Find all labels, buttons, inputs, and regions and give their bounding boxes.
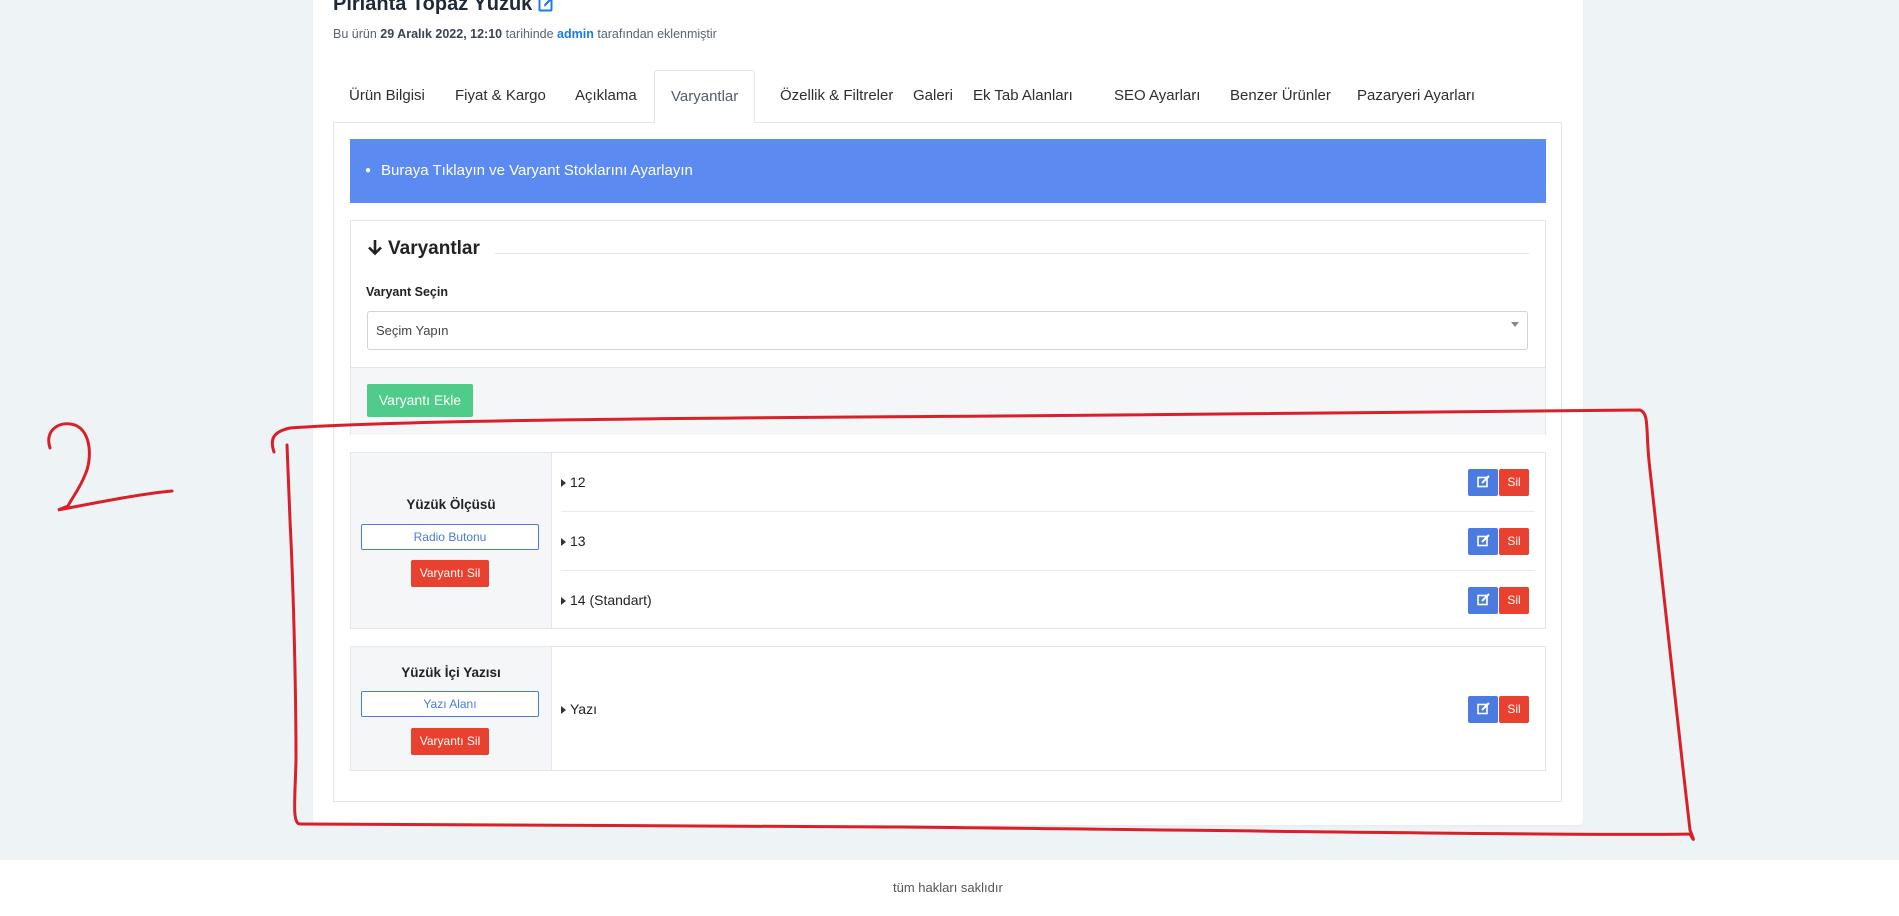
variant-stock-alert[interactable]: ● Buraya Tıklayın ve Varyant Stoklarını A… (350, 139, 1546, 203)
edit-option-button[interactable] (1468, 469, 1498, 496)
caret-right-icon (561, 538, 566, 546)
annotation-digit-two (47, 422, 174, 512)
variant-type-badge[interactable]: Yazı Alanı (361, 691, 539, 717)
variant-group-sidebar: Yüzük Ölçüsü Radio Butonu Varyantı Sil (351, 453, 552, 628)
alert-text: Buraya Tıklayın ve Varyant Stoklarını Ay… (381, 162, 693, 179)
variant-select-label: Varyant Seçin (366, 285, 448, 299)
meta-suffix: tarafından eklenmiştir (597, 27, 717, 41)
tab-pazaryeri-ayarlari[interactable]: Pazaryeri Ayarları (1341, 70, 1491, 122)
variant-option-label[interactable]: 12 (561, 453, 586, 511)
caret-right-icon (561, 479, 566, 487)
page-footer: tüm hakları saklıdır (0, 860, 1899, 916)
meta-author-link[interactable]: admin (557, 27, 594, 41)
option-text: 14 (Standart) (570, 592, 652, 608)
tab-ozellik-filtreler[interactable]: Özellik & Filtreler (764, 70, 909, 122)
footer-text: tüm hakları saklıdır (893, 880, 1003, 895)
variant-option-row: 13 Sil (561, 512, 1535, 571)
product-tabs: Ürün Bilgisi Fiyat & Kargo Açıklama Vary… (333, 70, 1563, 123)
arrow-down-icon (366, 238, 388, 259)
variant-group-ring-inscription: Yüzük İçi Yazısı Yazı Alanı Varyantı Sil… (350, 646, 1546, 771)
delete-option-button[interactable]: Sil (1499, 696, 1529, 723)
variant-option-row: 12 Sil (561, 453, 1535, 512)
variants-legend: Varyantlar (366, 238, 480, 260)
variant-select[interactable]: Seçim Yapın (367, 311, 1528, 350)
edit-option-button[interactable] (1468, 587, 1498, 614)
edit-square-icon[interactable] (538, 0, 555, 16)
variant-group-name: Yüzük Ölçüsü (406, 497, 496, 512)
edit-icon (1476, 534, 1490, 548)
bullet-icon: ● (365, 165, 372, 176)
variants-panel-footer (351, 367, 1545, 435)
edit-option-button[interactable] (1468, 696, 1498, 723)
tab-urun-bilgisi[interactable]: Ürün Bilgisi (333, 70, 441, 122)
edit-icon (1476, 475, 1490, 489)
tab-benzer-urunler[interactable]: Benzer Ürünler (1214, 70, 1347, 122)
caret-right-icon (561, 597, 566, 605)
tab-seo-ayarlari[interactable]: SEO Ayarları (1098, 70, 1216, 122)
product-title: Pırlanta Topaz Yüzük (333, 0, 533, 15)
tab-aciklama[interactable]: Açıklama (559, 70, 653, 122)
variant-select-value: Seçim Yapın (376, 323, 449, 338)
variant-option-label[interactable]: 14 (Standart) (561, 571, 652, 629)
tab-fiyat-kargo[interactable]: Fiyat & Kargo (439, 70, 562, 122)
delete-option-button[interactable]: Sil (1499, 528, 1529, 555)
legend-divider (495, 253, 1529, 254)
variant-option-row: 14 (Standart) Sil (561, 571, 1535, 629)
meta-date: 29 Aralık 2022, 12:10 (380, 27, 503, 41)
option-text: 13 (570, 533, 586, 549)
product-meta: Bu ürün 29 Aralık 2022, 12:10 tarihinde … (333, 27, 717, 41)
tab-ek-tab-alanlari[interactable]: Ek Tab Alanları (957, 70, 1089, 122)
add-variant-button[interactable]: Varyantı Ekle (367, 384, 473, 417)
page-title: Pırlanta Topaz Yüzük (333, 0, 555, 16)
delete-variant-button[interactable]: Varyantı Sil (411, 728, 489, 755)
meta-prefix: Bu ürün (333, 27, 377, 41)
chevron-down-icon (1511, 322, 1519, 327)
variant-type-badge[interactable]: Radio Butonu (361, 524, 539, 550)
delete-variant-button[interactable]: Varyantı Sil (411, 560, 489, 587)
variant-option-label[interactable]: 13 (561, 512, 586, 570)
delete-option-button[interactable]: Sil (1499, 469, 1529, 496)
delete-option-button[interactable]: Sil (1499, 587, 1529, 614)
variant-group-name: Yüzük İçi Yazısı (401, 665, 501, 680)
edit-icon (1476, 702, 1490, 716)
variant-group-sidebar: Yüzük İçi Yazısı Yazı Alanı Varyantı Sil (351, 647, 552, 770)
legend-text: Varyantlar (388, 238, 480, 259)
edit-option-button[interactable] (1468, 528, 1498, 555)
meta-mid: tarihinde (505, 27, 554, 41)
variant-option-label[interactable]: Yazı (561, 680, 597, 738)
variant-group-ring-size: Yüzük Ölçüsü Radio Butonu Varyantı Sil 1… (350, 452, 1546, 629)
option-text: 12 (570, 474, 586, 490)
variant-option-row: Yazı Sil (561, 680, 1535, 738)
tab-varyantlar[interactable]: Varyantlar (654, 70, 756, 123)
edit-icon (1476, 593, 1490, 607)
caret-right-icon (561, 706, 566, 714)
option-text: Yazı (570, 701, 597, 717)
